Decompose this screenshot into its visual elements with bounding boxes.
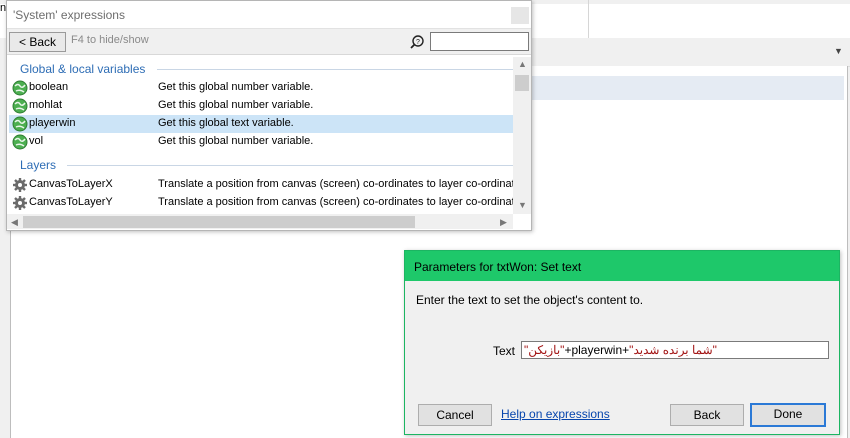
globe-icon	[12, 116, 28, 132]
section-divider	[157, 69, 513, 70]
done-button[interactable]: Done	[750, 403, 826, 427]
background-toolbar	[530, 40, 850, 67]
search-icon[interactable]: ?	[409, 34, 425, 50]
text-expression-field[interactable]: "بازیکن"+playerwin+"شما برنده شدید"	[521, 341, 829, 359]
event-sheet-highlight-row	[530, 76, 844, 100]
chevron-down-icon[interactable]: ▼	[834, 46, 846, 58]
list-item-selected[interactable]: playerwin Get this global text variable.	[9, 115, 513, 133]
panel-toolbar: < Back F4 to hide/show ?	[7, 28, 531, 55]
item-description: Get this global number variable.	[158, 99, 314, 111]
help-on-expressions-link[interactable]: Help on expressions	[501, 407, 610, 421]
dialog-title-bar: Parameters for txtWon: Set text	[405, 251, 839, 281]
parameters-dialog: Parameters for txtWon: Set text Enter th…	[404, 250, 840, 435]
item-description: Get this global number variable.	[158, 135, 314, 147]
close-button[interactable]	[511, 7, 529, 24]
item-name: playerwin	[29, 117, 76, 129]
back-button[interactable]: Back	[670, 404, 744, 426]
list-item[interactable]: mohlat Get this global number variable.	[9, 97, 513, 115]
list-item[interactable]: boolean Get this global number variable.	[9, 79, 513, 97]
item-description: Get this global text variable.	[158, 117, 294, 129]
item-name: mohlat	[29, 99, 63, 111]
svg-text:?: ?	[416, 39, 420, 46]
item-description: Get this global number variable.	[158, 81, 314, 93]
panel-title: 'System' expressions	[13, 8, 125, 22]
horizontal-scrollbar[interactable]: ◀ ▶	[7, 214, 513, 229]
text-label: Text	[493, 344, 516, 358]
scroll-thumb[interactable]	[515, 75, 529, 91]
gear-icon	[13, 178, 27, 192]
string-literal: "بازیکن"	[524, 343, 565, 357]
scroll-down-icon[interactable]: ▼	[518, 200, 527, 210]
section-header-layers: Layers	[20, 158, 57, 172]
section-divider	[67, 165, 513, 166]
item-description: Translate a position from canvas (screen…	[158, 178, 513, 190]
vertical-scrollbar[interactable]: ▲ ▼	[513, 57, 531, 214]
cancel-button[interactable]: Cancel	[418, 404, 492, 426]
globe-icon	[12, 80, 28, 96]
item-description: Translate a position from canvas (screen…	[158, 196, 513, 208]
gear-icon	[13, 196, 27, 210]
list-item[interactable]: vol Get this global number variable.	[9, 133, 513, 151]
item-name: boolean	[29, 81, 69, 93]
scroll-left-icon[interactable]: ◀	[11, 217, 18, 227]
list-item[interactable]: CanvasToLayerX Translate a position from…	[9, 176, 513, 194]
search-input[interactable]	[430, 32, 529, 51]
item-name: vol	[29, 135, 44, 147]
scroll-right-icon[interactable]: ▶	[500, 217, 507, 227]
string-literal: "شما برنده شدید"	[629, 343, 717, 357]
scroll-thumb[interactable]	[23, 216, 415, 228]
dialog-message: Enter the text to set the object's conte…	[416, 293, 644, 307]
dialog-title: Parameters for txtWon: Set text	[414, 260, 582, 274]
item-name: CanvasToLayerY	[29, 196, 113, 208]
background-divider	[588, 0, 589, 38]
scroll-up-icon[interactable]: ▲	[518, 59, 527, 69]
back-button[interactable]: < Back	[9, 32, 66, 52]
globe-icon	[12, 98, 28, 114]
hide-hint: F4 to hide/show	[71, 34, 149, 46]
expressions-panel: 'System' expressions < Back F4 to hide/s…	[6, 0, 532, 231]
variable-token: playerwin	[571, 343, 623, 357]
item-name: CanvasToLayerX	[29, 178, 113, 190]
expressions-list: Global & local variables boolean Get thi…	[7, 57, 513, 214]
globe-icon	[12, 134, 28, 150]
list-item[interactable]: CanvasToLayerY Translate a position from…	[9, 194, 513, 212]
section-header-variables: Global & local variables	[20, 62, 146, 76]
